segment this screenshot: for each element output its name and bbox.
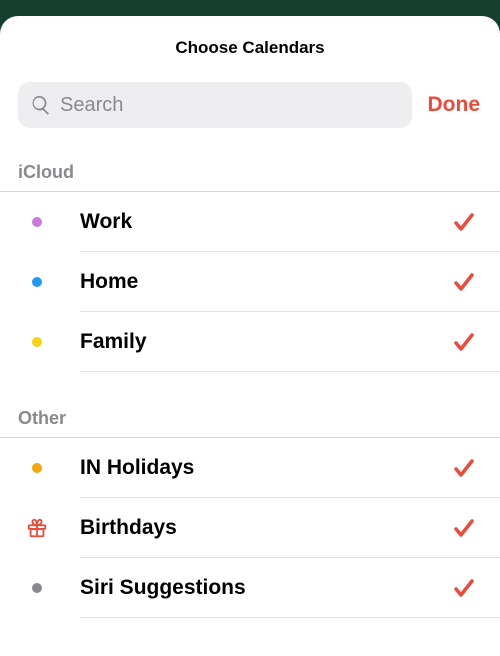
color-dot-icon xyxy=(32,277,42,287)
checkmark-icon xyxy=(452,576,476,600)
calendar-row-birthdays[interactable]: Birthdays xyxy=(0,498,500,558)
gift-icon xyxy=(26,517,48,539)
checkmark-icon xyxy=(452,516,476,540)
list-icloud: Work Home Family xyxy=(0,192,500,372)
calendar-label: Siri Suggestions xyxy=(80,576,452,600)
color-dot-icon xyxy=(32,217,42,227)
section-header-other: Other xyxy=(0,408,500,438)
calendar-label: IN Holidays xyxy=(80,456,452,480)
search-icon xyxy=(30,94,52,116)
checkmark-icon xyxy=(452,210,476,234)
calendar-label: Family xyxy=(80,330,452,354)
calendar-label: Work xyxy=(80,210,452,234)
calendar-row-work[interactable]: Work xyxy=(0,192,500,252)
checkmark-icon xyxy=(452,330,476,354)
section-header-icloud: iCloud xyxy=(0,162,500,192)
search-field[interactable] xyxy=(18,82,412,128)
checkmark-icon xyxy=(452,456,476,480)
sheet-title: Choose Calendars xyxy=(0,38,500,58)
color-dot-icon xyxy=(32,583,42,593)
choose-calendars-sheet: Choose Calendars Done iCloud Work xyxy=(0,16,500,656)
search-row: Done xyxy=(0,82,500,128)
calendar-row-home[interactable]: Home xyxy=(0,252,500,312)
calendar-row-family[interactable]: Family xyxy=(0,312,500,372)
color-dot-icon xyxy=(32,463,42,473)
checkmark-icon xyxy=(452,270,476,294)
calendar-row-siri[interactable]: Siri Suggestions xyxy=(0,558,500,618)
calendar-label: Birthdays xyxy=(80,516,452,540)
list-other: IN Holidays Birthdays xyxy=(0,438,500,618)
done-button[interactable]: Done xyxy=(426,89,483,121)
calendar-row-holidays[interactable]: IN Holidays xyxy=(0,438,500,498)
calendar-label: Home xyxy=(80,270,452,294)
color-dot-icon xyxy=(32,337,42,347)
search-input[interactable] xyxy=(60,94,400,117)
